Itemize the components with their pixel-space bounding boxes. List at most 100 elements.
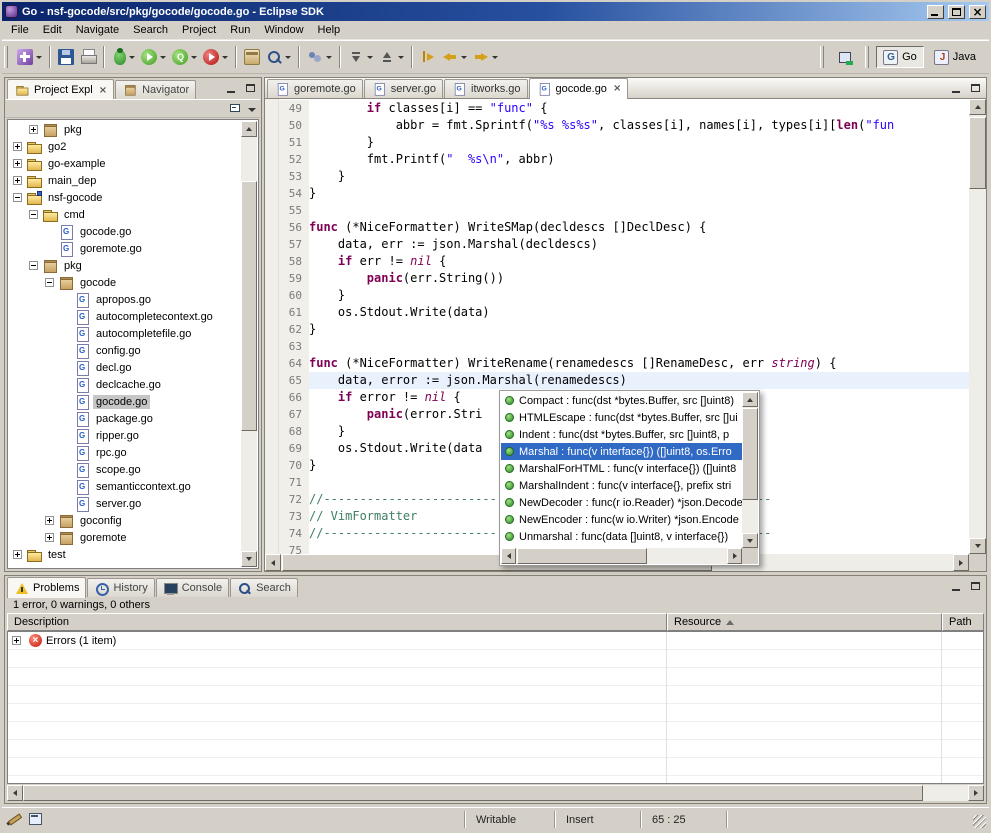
minimize-view-button[interactable] (222, 80, 240, 96)
dropdown-arrow-icon[interactable] (222, 56, 228, 59)
expand-toggle[interactable] (13, 550, 22, 559)
scroll-left-button[interactable] (7, 785, 23, 801)
fast-view-icon[interactable] (28, 811, 44, 827)
scroll-thumb[interactable] (742, 408, 758, 500)
minimize-window-button[interactable] (927, 5, 944, 19)
column-header-description[interactable]: Description (7, 613, 667, 631)
column-header-path[interactable]: Path (942, 613, 984, 631)
tab-navigator[interactable]: Navigator (115, 80, 196, 99)
tree-scrollbar[interactable] (241, 121, 257, 567)
new-button[interactable] (14, 45, 45, 69)
tree-item[interactable]: goremote (9, 529, 241, 546)
menu-item-project[interactable]: Project (175, 22, 223, 38)
run-button[interactable] (138, 45, 169, 69)
dropdown-arrow-icon[interactable] (285, 56, 291, 59)
scroll-right-button[interactable] (727, 548, 742, 564)
tab-project-explorer[interactable]: Project Expl (7, 79, 114, 100)
code-text[interactable]: } (309, 321, 969, 338)
autocomplete-item[interactable]: Indent : func(dst *bytes.Buffer, src []u… (501, 426, 742, 443)
dropdown-arrow-icon[interactable] (492, 56, 498, 59)
code-text[interactable]: func (*NiceFormatter) WriteSMap(decldesc… (309, 219, 969, 236)
expand-toggle[interactable] (29, 125, 38, 134)
open-perspective-button[interactable] (831, 46, 860, 68)
tree-item[interactable]: gocode.go (9, 223, 241, 240)
search-button[interactable] (263, 45, 294, 69)
scroll-thumb[interactable] (517, 548, 647, 564)
scroll-down-button[interactable] (241, 551, 257, 567)
print-button[interactable] (77, 45, 99, 69)
autocomplete-item[interactable]: Marshal : func(v interface{}) ([]uint8, … (501, 443, 742, 460)
dropdown-arrow-icon[interactable] (326, 56, 332, 59)
code-text[interactable] (309, 202, 969, 219)
editor-tab-server-go[interactable]: server.go (364, 79, 443, 98)
autocomplete-item[interactable]: Unmarshal : func(data []uint8, v interfa… (501, 528, 742, 545)
autocomplete-item[interactable]: NewDecoder : func(r io.Reader) *json.Dec… (501, 494, 742, 511)
code-text[interactable]: panic(err.String()) (309, 270, 969, 287)
tab-history[interactable]: History (87, 578, 154, 597)
tree-item[interactable]: apropos.go (9, 291, 241, 308)
toolbar-grip[interactable] (4, 46, 8, 68)
run-last-button[interactable] (169, 45, 200, 69)
collapse-toggle[interactable] (45, 278, 54, 287)
tab-console[interactable]: Console (156, 578, 229, 597)
prev-annotation-button[interactable] (376, 45, 407, 69)
resize-grip[interactable] (973, 815, 986, 828)
tree-item[interactable]: main_dep (9, 172, 241, 189)
tree-item[interactable]: nsf-gocode (9, 189, 241, 206)
autocomplete-item[interactable]: HTMLEscape : func(dst *bytes.Buffer, src… (501, 409, 742, 426)
perspective-java[interactable]: Java (927, 46, 983, 68)
tree-item[interactable]: config.go (9, 342, 241, 359)
expand-toggle[interactable] (13, 159, 22, 168)
dropdown-arrow-icon[interactable] (160, 56, 166, 59)
dropdown-arrow-icon[interactable] (398, 56, 404, 59)
code-text[interactable] (309, 338, 969, 355)
team-button[interactable] (304, 45, 335, 69)
autocomplete-item[interactable]: Compact : func(dst *bytes.Buffer, src []… (501, 392, 742, 409)
tree-item[interactable]: rpc.go (9, 444, 241, 461)
code-text[interactable]: func (*NiceFormatter) WriteRename(rename… (309, 355, 969, 372)
scroll-down-button[interactable] (969, 538, 986, 554)
tree-item[interactable]: go2 (9, 138, 241, 155)
code-text[interactable]: fmt.Printf(" %s\n", abbr) (309, 151, 969, 168)
minimize-view-button[interactable] (947, 578, 965, 594)
code-text[interactable]: } (309, 134, 969, 151)
menu-item-help[interactable]: Help (311, 22, 348, 38)
menu-item-window[interactable]: Window (257, 22, 310, 38)
popup-horizontal-scrollbar[interactable] (501, 548, 742, 564)
tree-item[interactable]: pkg (9, 257, 241, 274)
editor-tab-goremote-go[interactable]: goremote.go (267, 79, 363, 98)
tab-problems[interactable]: Problems (7, 577, 86, 598)
dropdown-arrow-icon[interactable] (191, 56, 197, 59)
code-text[interactable]: data, err := json.Marshal(decldescs) (309, 236, 969, 253)
menu-item-run[interactable]: Run (223, 22, 257, 38)
scroll-right-button[interactable] (953, 554, 969, 571)
forward-button[interactable] (470, 45, 501, 69)
code-text[interactable]: if classes[i] == "func" { (309, 100, 969, 117)
autocomplete-item[interactable]: MarshalForHTML : func(v interface{}) ([]… (501, 460, 742, 477)
collapse-all-button[interactable] (228, 101, 244, 117)
tree-item[interactable]: goremote.go (9, 240, 241, 257)
next-annotation-button[interactable] (345, 45, 376, 69)
editor-tab-gocode-go[interactable]: gocode.go× (529, 78, 629, 99)
column-header-resource[interactable]: Resource (667, 613, 942, 631)
code-text[interactable]: } (309, 168, 969, 185)
code-text[interactable]: } (309, 185, 969, 202)
tree-item[interactable]: test (9, 546, 241, 563)
open-type-button[interactable] (241, 45, 263, 69)
perspective-bar-grip[interactable] (820, 46, 824, 68)
popup-vertical-scrollbar[interactable] (742, 392, 758, 548)
last-edit-button[interactable] (417, 45, 439, 69)
tree-item[interactable]: cmd (9, 206, 241, 223)
tree-item[interactable]: go-example (9, 155, 241, 172)
menu-item-edit[interactable]: Edit (36, 22, 69, 38)
tree-item[interactable]: gocode (9, 274, 241, 291)
scroll-left-button[interactable] (501, 548, 516, 564)
autocomplete-item[interactable]: NewEncoder : func(w io.Writer) *json.Enc… (501, 511, 742, 528)
code-text[interactable]: if err != nil { (309, 253, 969, 270)
autocomplete-item[interactable]: MarshalIndent : func(v interface{}, pref… (501, 477, 742, 494)
tree-item[interactable]: server.go (9, 495, 241, 512)
code-text[interactable]: os.Stdout.Write(data) (309, 304, 969, 321)
tree-item[interactable]: package.go (9, 410, 241, 427)
problems-row[interactable]: Errors (1 item) (8, 632, 983, 650)
scroll-right-button[interactable] (968, 785, 984, 801)
